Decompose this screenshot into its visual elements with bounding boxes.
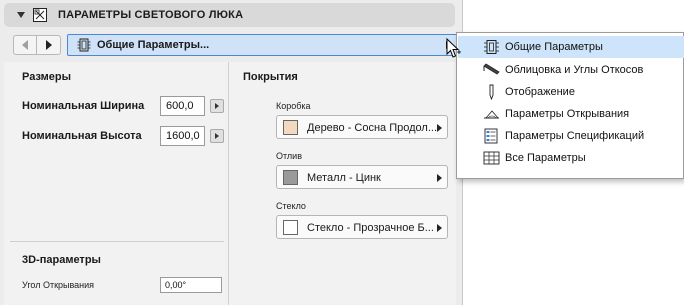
menu-item-label: Отображение xyxy=(505,86,575,98)
sill-material-picker[interactable]: Металл - Цинк xyxy=(276,165,448,189)
opening-angle-field[interactable]: 0,00° xyxy=(160,277,222,293)
nominal-height-arrow-button[interactable] xyxy=(210,129,224,143)
cladding-icon xyxy=(483,63,500,75)
chevron-right-icon xyxy=(437,224,442,232)
column-divider xyxy=(228,62,229,305)
menu-item-specification[interactable]: Параметры Спецификаций xyxy=(458,125,684,147)
arrow-left-icon xyxy=(22,40,28,50)
page-selector-label: Общие Параметры... xyxy=(97,39,210,51)
opening-angle-label: Угол Открывания xyxy=(22,280,95,290)
sill-material-label: Отлив xyxy=(276,151,302,161)
chevron-right-icon xyxy=(437,174,442,182)
params-3d-section-title: 3D-параметры xyxy=(22,254,101,266)
glass-material-value: Стекло - Прозрачное Б... xyxy=(307,222,434,234)
previous-page-button[interactable] xyxy=(13,35,37,55)
page-dropdown-menu: Общие Параметры Облицовка и Углы Откосов… xyxy=(456,32,684,179)
nominal-width-field[interactable]: 600,0 xyxy=(160,96,205,116)
menu-item-label: Общие Параметры xyxy=(505,41,603,53)
menu-item-general-params[interactable]: Общие Параметры xyxy=(458,36,684,58)
frame-material-value: Дерево - Сосна Продол... xyxy=(307,122,438,134)
opening-icon xyxy=(484,110,499,119)
section-divider xyxy=(10,241,224,242)
sill-material-value: Металл - Цинк xyxy=(307,172,381,184)
mouse-cursor-icon xyxy=(446,38,461,58)
collapse-triangle-icon[interactable] xyxy=(17,12,25,18)
menu-item-cladding[interactable]: Облицовка и Углы Откосов xyxy=(458,59,684,81)
coverings-section-title: Покрытия xyxy=(243,71,298,83)
menu-item-label: Облицовка и Углы Откосов xyxy=(505,64,644,76)
specification-icon xyxy=(484,128,498,144)
frame-material-swatch xyxy=(283,120,298,135)
glass-material-swatch xyxy=(283,220,298,235)
display-pen-icon xyxy=(489,84,494,100)
sill-material-swatch xyxy=(283,170,298,185)
frame-material-label: Коробка xyxy=(276,101,311,111)
general-params-icon xyxy=(77,38,91,52)
next-page-button[interactable] xyxy=(37,35,61,55)
glass-material-label: Стекло xyxy=(276,201,306,211)
general-params-icon xyxy=(484,40,499,54)
frame-material-picker[interactable]: Дерево - Сосна Продол... xyxy=(276,115,448,139)
nominal-width-label: Номинальная Ширина xyxy=(22,100,145,112)
glass-material-picker[interactable]: Стекло - Прозрачное Б... xyxy=(276,215,448,239)
page-selector[interactable]: Общие Параметры... xyxy=(67,34,458,56)
nominal-height-field[interactable]: 1600,0 xyxy=(160,126,205,146)
menu-item-all-params[interactable]: Все Параметры xyxy=(458,147,684,169)
nominal-height-label: Номинальная Высота xyxy=(22,130,142,142)
menu-item-label: Параметры Спецификаций xyxy=(505,130,645,142)
panel-title: ПАРАМЕТРЫ СВЕТОВОГО ЛЮКА xyxy=(58,9,244,21)
arrow-right-icon xyxy=(45,40,52,50)
panel-header[interactable]: ПАРАМЕТРЫ СВЕТОВОГО ЛЮКА xyxy=(4,3,455,27)
settings-panel: ПАРАМЕТРЫ СВЕТОВОГО ЛЮКА Общие Параметры… xyxy=(0,0,463,305)
sizes-section-title: Размеры xyxy=(22,71,72,83)
nominal-width-arrow-button[interactable] xyxy=(210,99,224,113)
all-params-icon xyxy=(483,151,500,165)
chevron-right-icon xyxy=(437,124,442,132)
menu-item-display[interactable]: Отображение xyxy=(458,81,684,103)
menu-item-opening[interactable]: Параметры Открывания xyxy=(458,103,684,125)
menu-item-label: Параметры Открывания xyxy=(505,108,630,120)
menu-item-label: Все Параметры xyxy=(505,152,586,164)
skylight-icon xyxy=(33,8,47,22)
